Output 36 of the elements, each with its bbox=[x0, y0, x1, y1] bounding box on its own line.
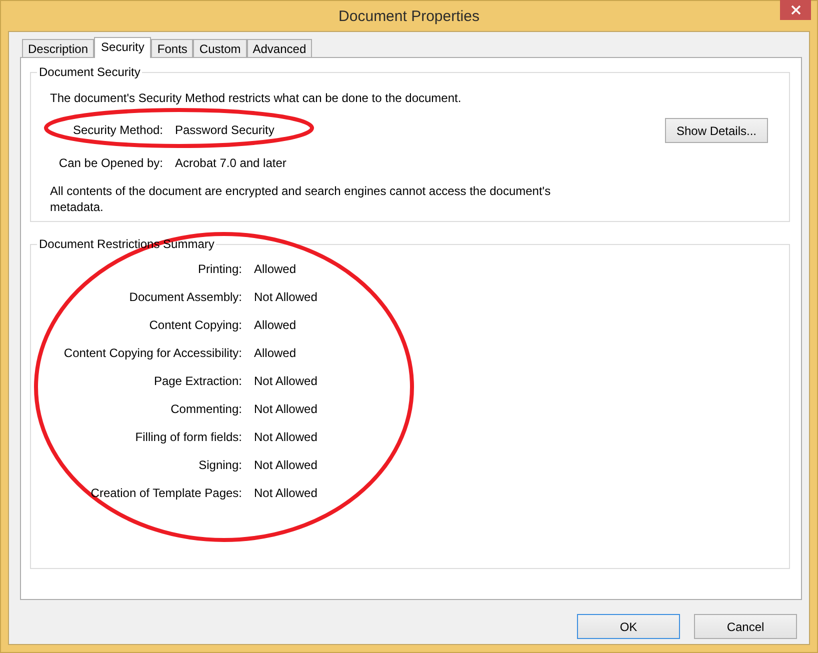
close-icon bbox=[790, 5, 800, 15]
tab[interactable]: Custom bbox=[193, 39, 247, 57]
restriction-value: Not Allowed bbox=[254, 401, 318, 417]
restriction-value: Allowed bbox=[254, 345, 296, 361]
restriction-label: Commenting: bbox=[170, 401, 242, 417]
field-value: Acrobat 7.0 and later bbox=[175, 155, 286, 171]
restriction-label: Content Copying for Accessibility: bbox=[62, 345, 242, 361]
field-label: Can be Opened by: bbox=[58, 155, 163, 171]
group-title: Document Security bbox=[38, 64, 142, 80]
restriction-label: Signing: bbox=[198, 457, 242, 473]
field-value: Password Security bbox=[175, 122, 274, 138]
restriction-label: Content Copying: bbox=[148, 317, 242, 333]
tab[interactable]: Description bbox=[22, 39, 94, 57]
restriction-value: Not Allowed bbox=[254, 485, 318, 501]
tab[interactable]: Advanced bbox=[246, 39, 312, 57]
restriction-value: Not Allowed bbox=[254, 429, 318, 445]
intro-text: The document's Security Method restricts what can be done to the document. bbox=[50, 90, 462, 106]
restriction-value: Allowed bbox=[254, 317, 296, 333]
restriction-value: Not Allowed bbox=[254, 457, 318, 473]
dialog-button[interactable]: Cancel bbox=[694, 614, 797, 639]
field-label: Security Method: bbox=[72, 122, 163, 138]
tab[interactable]: Security bbox=[94, 37, 152, 58]
restriction-value: Not Allowed bbox=[254, 373, 318, 389]
restriction-value: Not Allowed bbox=[254, 289, 318, 305]
restriction-value: Allowed bbox=[254, 261, 296, 277]
show-details-button[interactable]: Show Details... bbox=[665, 118, 768, 143]
restriction-label: Creation of Template Pages: bbox=[90, 485, 242, 501]
restriction-label: Filling of form fields: bbox=[134, 429, 242, 445]
tab[interactable]: Fonts bbox=[151, 39, 194, 57]
close-button[interactable] bbox=[780, 0, 811, 20]
encryption-note: All contents of the document are encrypted and search engines cannot access the document's metadata. bbox=[50, 183, 552, 215]
restriction-label: Document Assembly: bbox=[128, 289, 242, 305]
dialog-button[interactable]: OK bbox=[577, 614, 680, 639]
restriction-label: Page Extraction: bbox=[152, 373, 242, 389]
window-title: Document Properties bbox=[338, 8, 480, 26]
restriction-label: Printing: bbox=[196, 261, 242, 277]
